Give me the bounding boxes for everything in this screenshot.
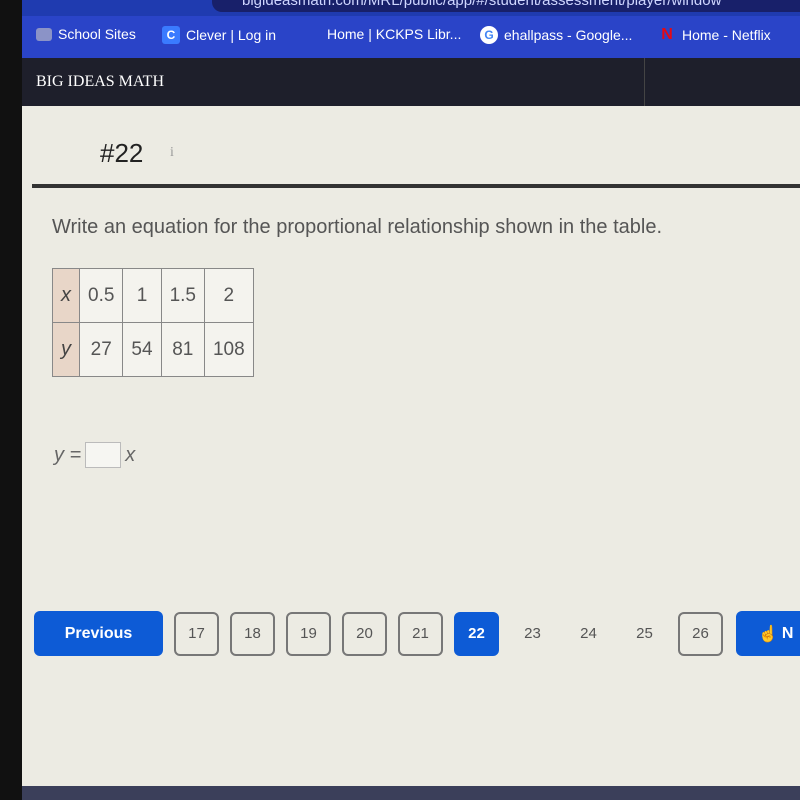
browser-toolbar: bigideasmath.com/MRL/public/app/#/studen… <box>22 0 800 16</box>
next-label: N <box>781 624 794 642</box>
table-row: x 0.5 1 1.5 2 <box>52 268 254 323</box>
table-cell: 81 <box>160 322 205 377</box>
taskbar <box>22 786 800 800</box>
equation: y = x <box>54 442 135 468</box>
previous-button[interactable]: Previous <box>34 611 163 656</box>
divider <box>644 58 645 106</box>
clever-icon: C <box>162 26 180 44</box>
page-20[interactable]: 20 <box>342 611 387 656</box>
table-cell: 2 <box>203 268 254 323</box>
divider <box>32 184 800 188</box>
bookmark-label: ehallpass - Google... <box>504 27 633 43</box>
answer-input[interactable] <box>85 442 122 468</box>
screen: bigideasmath.com/MRL/public/app/#/studen… <box>22 0 800 800</box>
table-cell: 54 <box>122 322 162 377</box>
table-cell: 1 <box>122 268 162 323</box>
bookmark-kckps[interactable]: Home | KCKPS Libr... <box>327 26 461 42</box>
row-header: y <box>52 322 80 377</box>
bookmark-ehallpass[interactable]: Gehallpass - Google... <box>480 26 632 44</box>
bookmark-school-sites[interactable]: School Sites <box>36 26 136 42</box>
bookmarks-bar: School Sites C Clever | Log in Home | KCK… <box>22 16 800 58</box>
bookmark-label: Home | KCKPS Libr... <box>327 26 462 42</box>
bookmark-label: School Sites <box>58 26 136 42</box>
bookmark-clever[interactable]: C Clever | Log in <box>162 26 276 44</box>
table-cell: 108 <box>203 322 254 377</box>
table-row: y 27 54 81 108 <box>52 322 254 377</box>
bookmark-label: Home - Netflix <box>682 27 771 43</box>
address-bar[interactable]: bigideasmath.com/MRL/public/app/#/studen… <box>212 0 800 12</box>
netflix-icon: N <box>661 26 673 43</box>
page-24[interactable]: 24 <box>566 612 611 656</box>
bookmark-netflix[interactable]: N Home - Netflix <box>658 26 771 44</box>
page-26[interactable]: 26 <box>678 611 723 656</box>
info-icon[interactable]: i <box>170 145 174 161</box>
page-19[interactable]: 19 <box>286 611 331 656</box>
next-button[interactable]: ☝ N <box>736 611 800 656</box>
table-cell: 27 <box>78 322 124 377</box>
values-table: x 0.5 1 1.5 2 y 27 54 81 108 <box>52 268 254 377</box>
equation-lhs: y = <box>54 443 82 466</box>
question-prompt: Write an equation for the proportional r… <box>52 216 663 238</box>
equation-rhs: x <box>125 443 136 466</box>
page-21[interactable]: 21 <box>398 611 443 656</box>
bookmark-label: Clever | Log in <box>186 27 277 43</box>
folder-icon <box>36 27 52 41</box>
google-icon: G <box>480 26 498 44</box>
table-cell: 0.5 <box>78 268 124 323</box>
page-22[interactable]: 22 <box>454 611 499 656</box>
page-18[interactable]: 18 <box>230 611 275 656</box>
brand-logo[interactable]: BIG IDEAS MATH <box>36 73 164 91</box>
app-header: BIG IDEAS MATH <box>22 58 800 106</box>
question-number: #22 <box>100 138 144 168</box>
page-25[interactable]: 25 <box>622 612 667 656</box>
hand-cursor-icon: ☝ <box>758 625 778 643</box>
page-23[interactable]: 23 <box>510 612 555 656</box>
page-17[interactable]: 17 <box>174 611 219 656</box>
table-cell: 1.5 <box>160 268 205 323</box>
pagination: Previous 17 18 19 20 21 22 23 24 25 26 ☝… <box>34 611 800 656</box>
row-header: x <box>52 268 80 323</box>
